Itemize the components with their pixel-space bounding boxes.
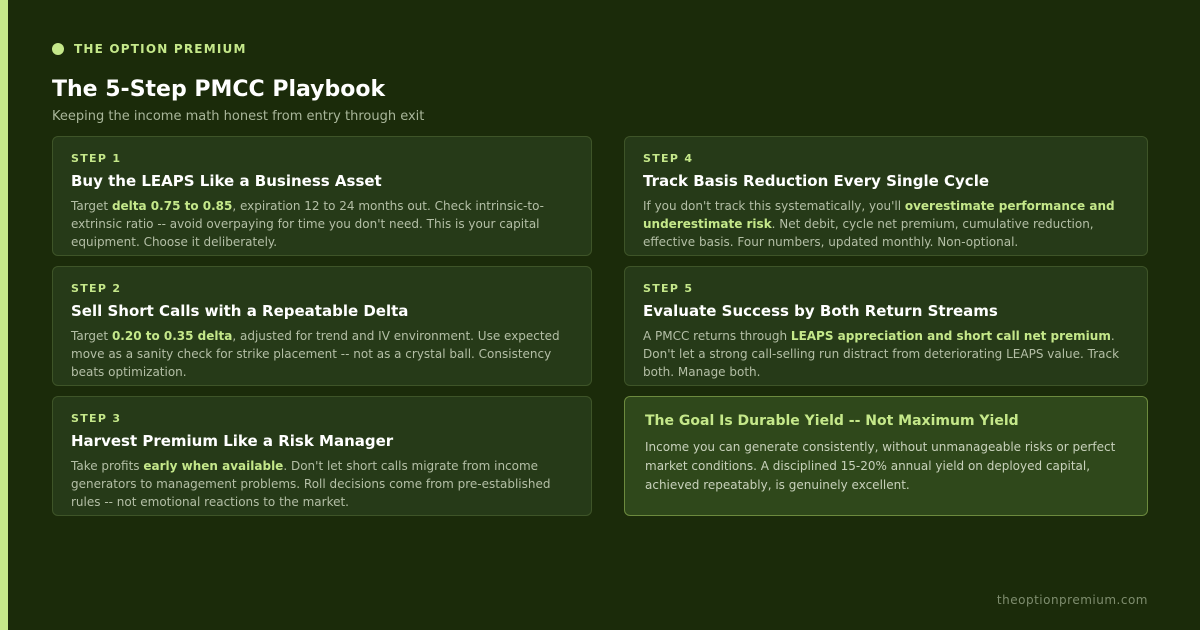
left-accent-bar bbox=[0, 0, 8, 630]
step-highlight: early when available bbox=[143, 459, 284, 473]
step-title: Sell Short Calls with a Repeatable Delta bbox=[71, 302, 409, 320]
goal-title: The Goal Is Durable Yield -- Not Maximum… bbox=[645, 413, 1019, 429]
step-body: Target 0.20 to 0.35 delta, adjusted for … bbox=[71, 329, 560, 379]
step-label: STEP 5 bbox=[643, 282, 694, 295]
step-card-3: STEP 3 Harvest Premium Like a Risk Manag… bbox=[52, 396, 592, 516]
step-highlight: 0.20 to 0.35 delta bbox=[111, 329, 233, 343]
step-card-5: STEP 5 Evaluate Success by Both Return S… bbox=[624, 266, 1148, 386]
step-title: Harvest Premium Like a Risk Manager bbox=[71, 432, 394, 450]
step-title: Buy the LEAPS Like a Business Asset bbox=[71, 172, 382, 190]
step-card-1: STEP 1 Buy the LEAPS Like a Business Ass… bbox=[52, 136, 592, 256]
page-title: The 5-Step PMCC Playbook bbox=[52, 77, 386, 102]
step-label: STEP 1 bbox=[71, 152, 122, 165]
step-body: Target delta 0.75 to 0.85, expiration 12… bbox=[71, 199, 544, 249]
step-label: STEP 4 bbox=[643, 152, 694, 165]
brand-header: THE OPTION PREMIUM bbox=[52, 42, 247, 56]
brand-name: THE OPTION PREMIUM bbox=[74, 42, 247, 56]
step-card-2: STEP 2 Sell Short Calls with a Repeatabl… bbox=[52, 266, 592, 386]
step-title: Evaluate Success by Both Return Streams bbox=[643, 302, 998, 320]
step-title: Track Basis Reduction Every Single Cycle bbox=[643, 172, 990, 190]
brand-dot-icon bbox=[52, 43, 64, 55]
step-body: Take profits early when available. Don't… bbox=[71, 459, 551, 509]
step-label: STEP 3 bbox=[71, 412, 122, 425]
footer-url: theoptionpremium.com bbox=[996, 593, 1148, 607]
step-label: STEP 2 bbox=[71, 282, 122, 295]
goal-callout: The Goal Is Durable Yield -- Not Maximum… bbox=[624, 396, 1148, 516]
step-highlight: delta 0.75 to 0.85 bbox=[111, 199, 233, 213]
step-card-4: STEP 4 Track Basis Reduction Every Singl… bbox=[624, 136, 1148, 256]
goal-body: Income you can generate consistently, wi… bbox=[645, 440, 1116, 492]
step-body: If you don't track this systematically, … bbox=[643, 199, 1115, 249]
page-subtitle: Keeping the income math honest from entr… bbox=[52, 109, 425, 124]
step-body: A PMCC returns through LEAPS appreciatio… bbox=[643, 329, 1120, 379]
step-highlight: LEAPS appreciation and short call net pr… bbox=[790, 329, 1111, 343]
